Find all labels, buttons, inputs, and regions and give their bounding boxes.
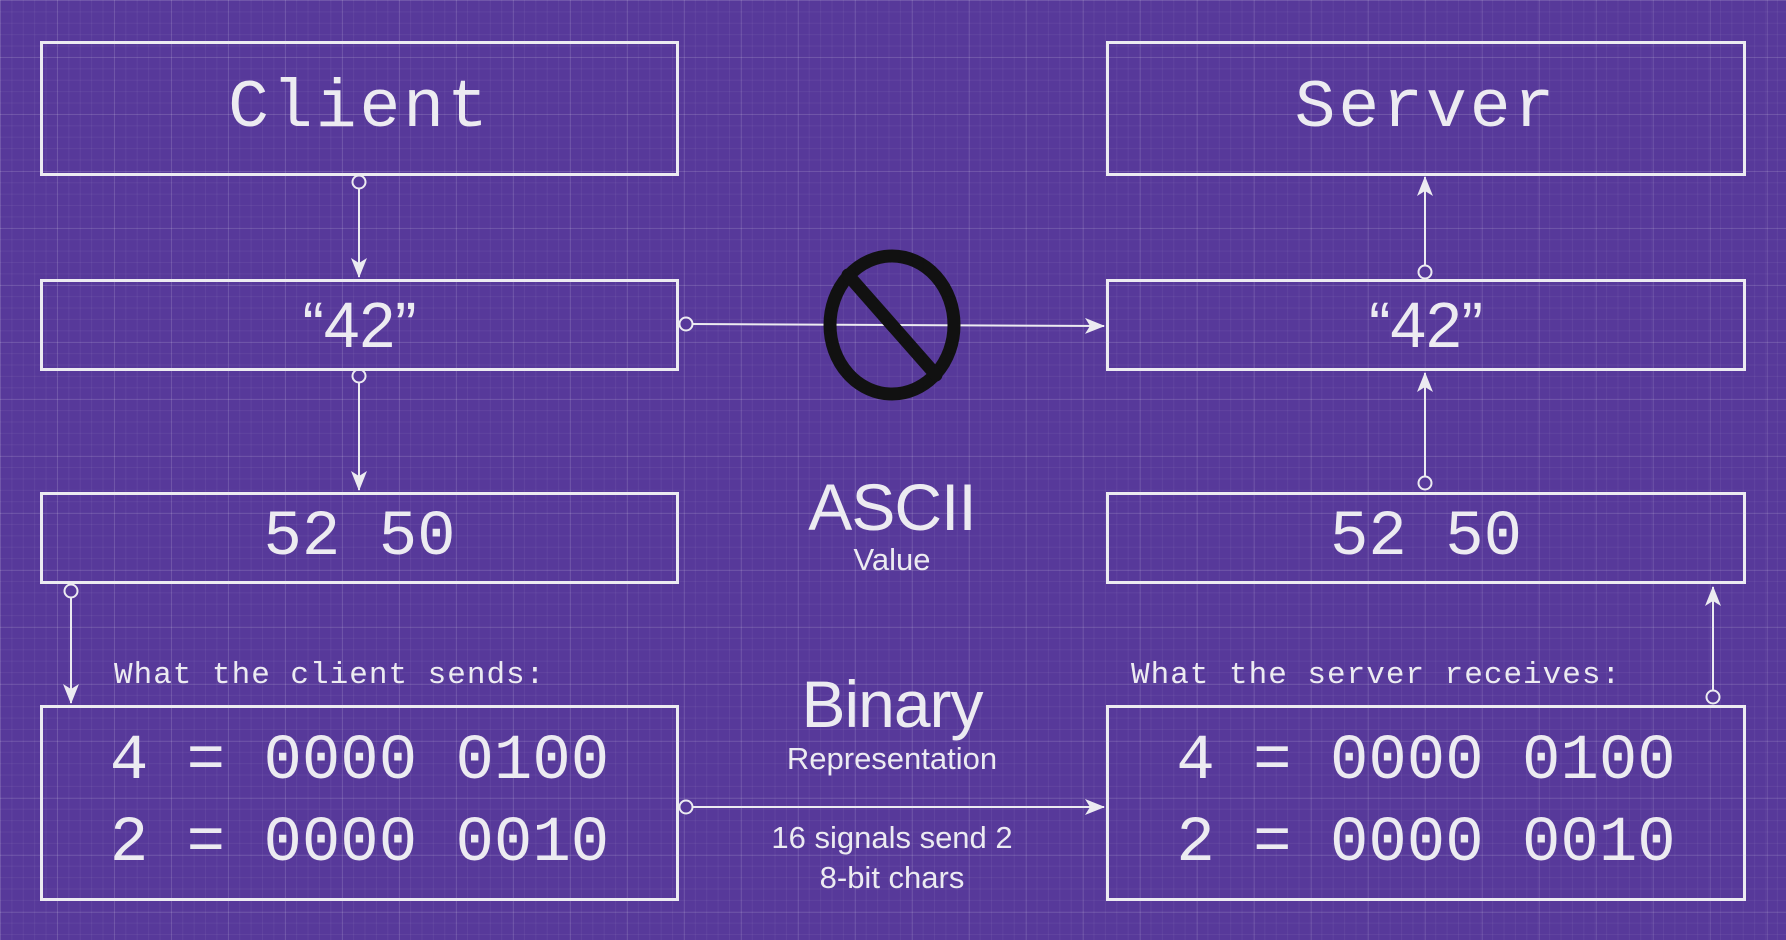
server-title: Server [1294,70,1558,147]
server-string-value: “42” [1369,289,1483,361]
server-binary-line: 4 = 0000 0100 [1176,726,1676,798]
client-binary-line: 2 = 0000 0010 [109,808,610,880]
binary-label-main: Binary [801,667,983,741]
server-binary-line: 2 = 0000 0010 [1176,808,1676,880]
transmission-note: 16 signals send 2 8-bit chars [732,818,1052,898]
client-ascii-value: 52 50 [263,502,456,574]
server-box: Server [1106,41,1746,176]
binary-label-sub: Representation [786,741,998,776]
server-binary-box: 4 = 0000 0100 2 = 0000 0010 [1106,705,1746,901]
client-title: Client [228,70,491,147]
client-caption: What the client sends: [114,658,546,693]
server-ascii-box: 52 50 [1106,492,1746,584]
binary-label: Binary Representation [752,667,1032,777]
server-string-box: “42” [1106,279,1746,371]
server-caption: What the server receives: [1131,658,1622,693]
server-ascii-value: 52 50 [1329,502,1523,574]
transmission-note-line: 16 signals send 2 [771,820,1013,855]
transmission-note-line: 8-bit chars [819,860,965,895]
client-ascii-box: 52 50 [40,492,679,584]
ascii-label-sub: Value [853,542,931,577]
client-binary-box: 4 = 0000 0100 2 = 0000 0010 [40,705,679,901]
client-box: Client [40,41,679,176]
client-binary-line: 4 = 0000 0100 [109,726,610,798]
client-string-box: “42” [40,279,679,371]
ascii-label-main: ASCII [808,470,976,544]
client-string-value: “42” [302,289,417,361]
ascii-label: ASCII Value [792,472,992,578]
